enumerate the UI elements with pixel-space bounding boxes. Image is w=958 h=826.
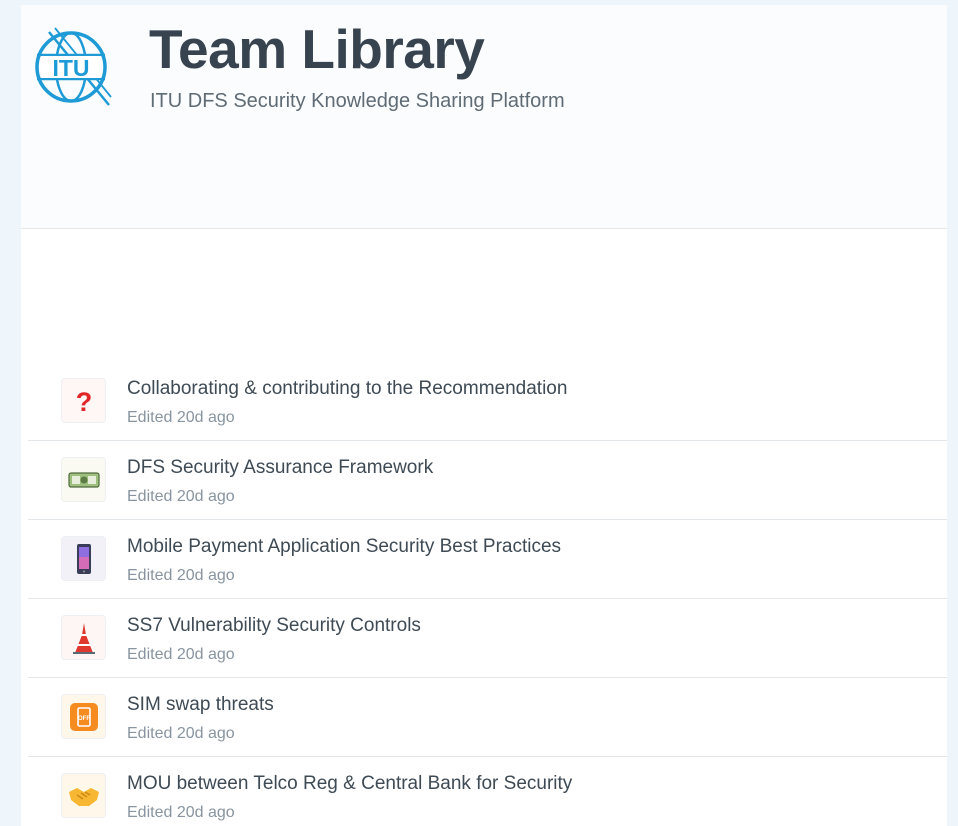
dollar-banknote-icon (61, 457, 106, 502)
list-item-title: SS7 Vulnerability Security Controls (127, 615, 421, 636)
tokyo-tower-icon (61, 615, 106, 660)
list-item-edited: Edited 20d ago (127, 804, 235, 821)
list-item[interactable]: OFF SIM swap threats Edited 20d ago (28, 678, 947, 757)
itu-logo-icon: ITU (33, 25, 113, 107)
mobile-phone-icon (61, 536, 106, 581)
list-item-title: Mobile Payment Application Security Best… (127, 536, 562, 557)
mobile-off-icon: OFF (61, 694, 106, 739)
list-item-edited: Edited 20d ago (127, 567, 235, 584)
itu-logo-text: ITU (52, 55, 89, 81)
team-library-panel: ITU Team Library ITU DFS Security Knowle… (21, 5, 947, 826)
page-list: ? Collaborating & contributing to the Re… (28, 362, 947, 826)
list-item-title: Collaborating & contributing to the Reco… (127, 378, 568, 399)
list-item-edited: Edited 20d ago (127, 725, 235, 742)
list-item[interactable]: Mobile Payment Application Security Best… (28, 520, 947, 599)
question-mark-icon: ? (61, 378, 106, 423)
list-item-edited: Edited 20d ago (127, 409, 235, 426)
list-item-edited: Edited 20d ago (127, 488, 235, 505)
page-header: ITU Team Library ITU DFS Security Knowle… (21, 5, 947, 229)
list-item[interactable]: MOU between Telco Reg & Central Bank for… (28, 757, 947, 826)
svg-text:OFF: OFF (78, 716, 90, 722)
page-title: Team Library (149, 18, 485, 80)
svg-text:?: ? (75, 387, 92, 416)
list-item-title: SIM swap threats (127, 694, 274, 715)
list-item[interactable]: ? Collaborating & contributing to the Re… (28, 362, 947, 441)
handshake-icon (61, 773, 106, 818)
list-item-edited: Edited 20d ago (127, 646, 235, 663)
list-item-title: MOU between Telco Reg & Central Bank for… (127, 773, 573, 794)
list-item[interactable]: DFS Security Assurance Framework Edited … (28, 441, 947, 520)
list-item-title: DFS Security Assurance Framework (127, 457, 434, 478)
page-subtitle: ITU DFS Security Knowledge Sharing Platf… (150, 90, 565, 112)
list-item[interactable]: SS7 Vulnerability Security Controls Edit… (28, 599, 947, 678)
